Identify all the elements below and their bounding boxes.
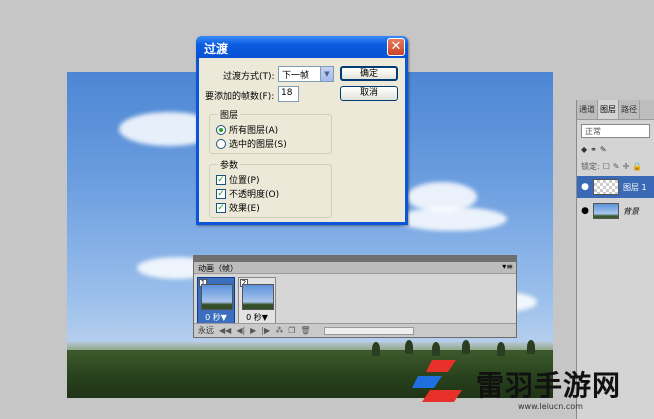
params-group-title: 参数 [218, 158, 241, 171]
radio-all-layers[interactable]: 所有图层(A) [216, 123, 278, 136]
dialog-titlebar[interactable]: 过渡 ✕ [196, 36, 408, 58]
link-icon[interactable]: ⚭ [590, 145, 597, 154]
radio-selected-label: 选中的图层(S) [229, 140, 287, 150]
tree [372, 342, 380, 356]
delete-frame-icon[interactable]: 🗑 [300, 326, 310, 335]
layer-tools: ◆ ⚭ ✎ [581, 142, 650, 156]
tab-layers[interactable]: 图层 [598, 100, 619, 119]
next-frame-icon[interactable]: |▶ [261, 326, 270, 335]
duplicate-frame-icon[interactable]: ❐ [288, 326, 295, 335]
layer-name: 图层 1 [623, 182, 647, 192]
first-frame-icon[interactable]: ◀◀ [219, 326, 231, 335]
close-button[interactable]: ✕ [387, 38, 405, 56]
params-group: 参数 ✓ 位置(P) ✓ 不透明度(O) ✓ 效果(E) [209, 158, 332, 218]
position-label: 位置(P) [229, 176, 260, 186]
tree [462, 340, 470, 354]
effects-label: 效果(E) [229, 204, 260, 214]
checkbox-opacity[interactable]: ✓ 不透明度(O) [216, 187, 279, 200]
animation-controls: 永远 ◀◀ ◀| ▶ |▶ ⁂ ❐ 🗑 [194, 323, 516, 337]
lock-label: 锁定: [581, 161, 600, 171]
prev-frame-icon[interactable]: ◀| [236, 326, 245, 335]
tab-channels[interactable]: 通道 [577, 100, 598, 119]
checkmark-icon: ✓ [216, 202, 226, 213]
checkmark-icon: ✓ [216, 188, 226, 199]
panel-menu-icon[interactable]: ▾≡ [502, 262, 513, 271]
animation-frame[interactable]: 1 0 秒▼ [197, 277, 235, 325]
layers-group-title: 图层 [218, 108, 241, 121]
brand-name: 雷羽手游网 [476, 369, 622, 402]
checkmark-icon: ✓ [216, 174, 226, 185]
frame-thumbnail [201, 284, 233, 310]
frame-thumbnail [242, 284, 274, 310]
animation-panel: 动画（帧） ▾≡ 1 0 秒▼ 2 0 秒▼ 永远 ◀◀ ◀| ▶ |▶ ⁂ ❐… [193, 255, 517, 338]
tree [432, 342, 440, 356]
lock-all-icon[interactable]: 🔒 [632, 162, 642, 171]
method-label: 过渡方式(T): [223, 72, 275, 82]
layer-thumbnail [593, 179, 619, 195]
radio-all-label: 所有图层(A) [229, 126, 279, 136]
checkbox-effects[interactable]: ✓ 效果(E) [216, 201, 260, 214]
lock-transparency-icon[interactable]: ☐ [603, 162, 610, 171]
layers-tabs: 通道 图层 路径 [577, 100, 654, 120]
frames-input[interactable]: 18 [278, 86, 299, 102]
layer-row[interactable]: ● 图层 1 [577, 176, 654, 198]
loop-select[interactable]: 永远 [198, 325, 214, 336]
method-value: 下一帧 [282, 71, 310, 81]
animation-frame[interactable]: 2 0 秒▼ [238, 277, 276, 325]
tween-dialog: 过渡 ✕ 过渡方式(T): 下一帧 ▼ 要添加的帧数(F): 18 确定 取消 … [196, 36, 408, 225]
cloud [397, 207, 507, 231]
eye-icon[interactable]: ● [577, 206, 593, 216]
animation-panel-header: 动画（帧） ▾≡ [194, 262, 516, 274]
layers-group: 图层 所有图层(A) 选中的图层(S) [209, 108, 332, 154]
frame-delay[interactable]: 0 秒▼ [239, 312, 275, 323]
tree [405, 340, 413, 354]
tree [527, 340, 535, 354]
blend-mode-select[interactable]: 正常 [581, 124, 650, 138]
lock-paint-icon[interactable]: ✎ [613, 162, 620, 171]
cancel-button[interactable]: 取消 [340, 86, 398, 101]
layer-row[interactable]: ● 背景 [577, 200, 654, 222]
method-select[interactable]: 下一帧 ▼ [278, 66, 334, 82]
lock-move-icon[interactable]: ✛ [623, 162, 630, 171]
tween-icon[interactable]: ⁂ [275, 326, 283, 335]
ok-button[interactable]: 确定 [340, 66, 398, 81]
radio-icon [216, 138, 226, 149]
brand-url: www.leiucn.com [518, 402, 583, 411]
eye-icon[interactable]: ● [577, 182, 593, 192]
dialog-title: 过渡 [204, 42, 229, 56]
animation-title[interactable]: 动画（帧） [198, 264, 238, 273]
brand-logo [412, 360, 462, 402]
radio-selected-layers[interactable]: 选中的图层(S) [216, 137, 287, 150]
layer-name: 背景 [623, 206, 639, 216]
frames-label: 要添加的帧数(F): [205, 92, 275, 102]
fx-icon[interactable]: ✎ [600, 145, 607, 154]
lock-row: 锁定: ☐ ✎ ✛ 🔒 [581, 159, 650, 173]
checkbox-position[interactable]: ✓ 位置(P) [216, 173, 259, 186]
chevron-down-icon[interactable]: ▼ [320, 67, 333, 81]
tree [497, 342, 505, 356]
tab-paths[interactable]: 路径 [619, 100, 640, 119]
radio-icon [216, 124, 226, 135]
style-icon[interactable]: ◆ [581, 145, 587, 154]
scrollbar[interactable] [323, 326, 414, 335]
play-icon[interactable]: ▶ [250, 326, 256, 335]
opacity-label: 不透明度(O) [229, 190, 280, 200]
frame-delay[interactable]: 0 秒▼ [198, 312, 234, 323]
layer-thumbnail [593, 203, 619, 219]
